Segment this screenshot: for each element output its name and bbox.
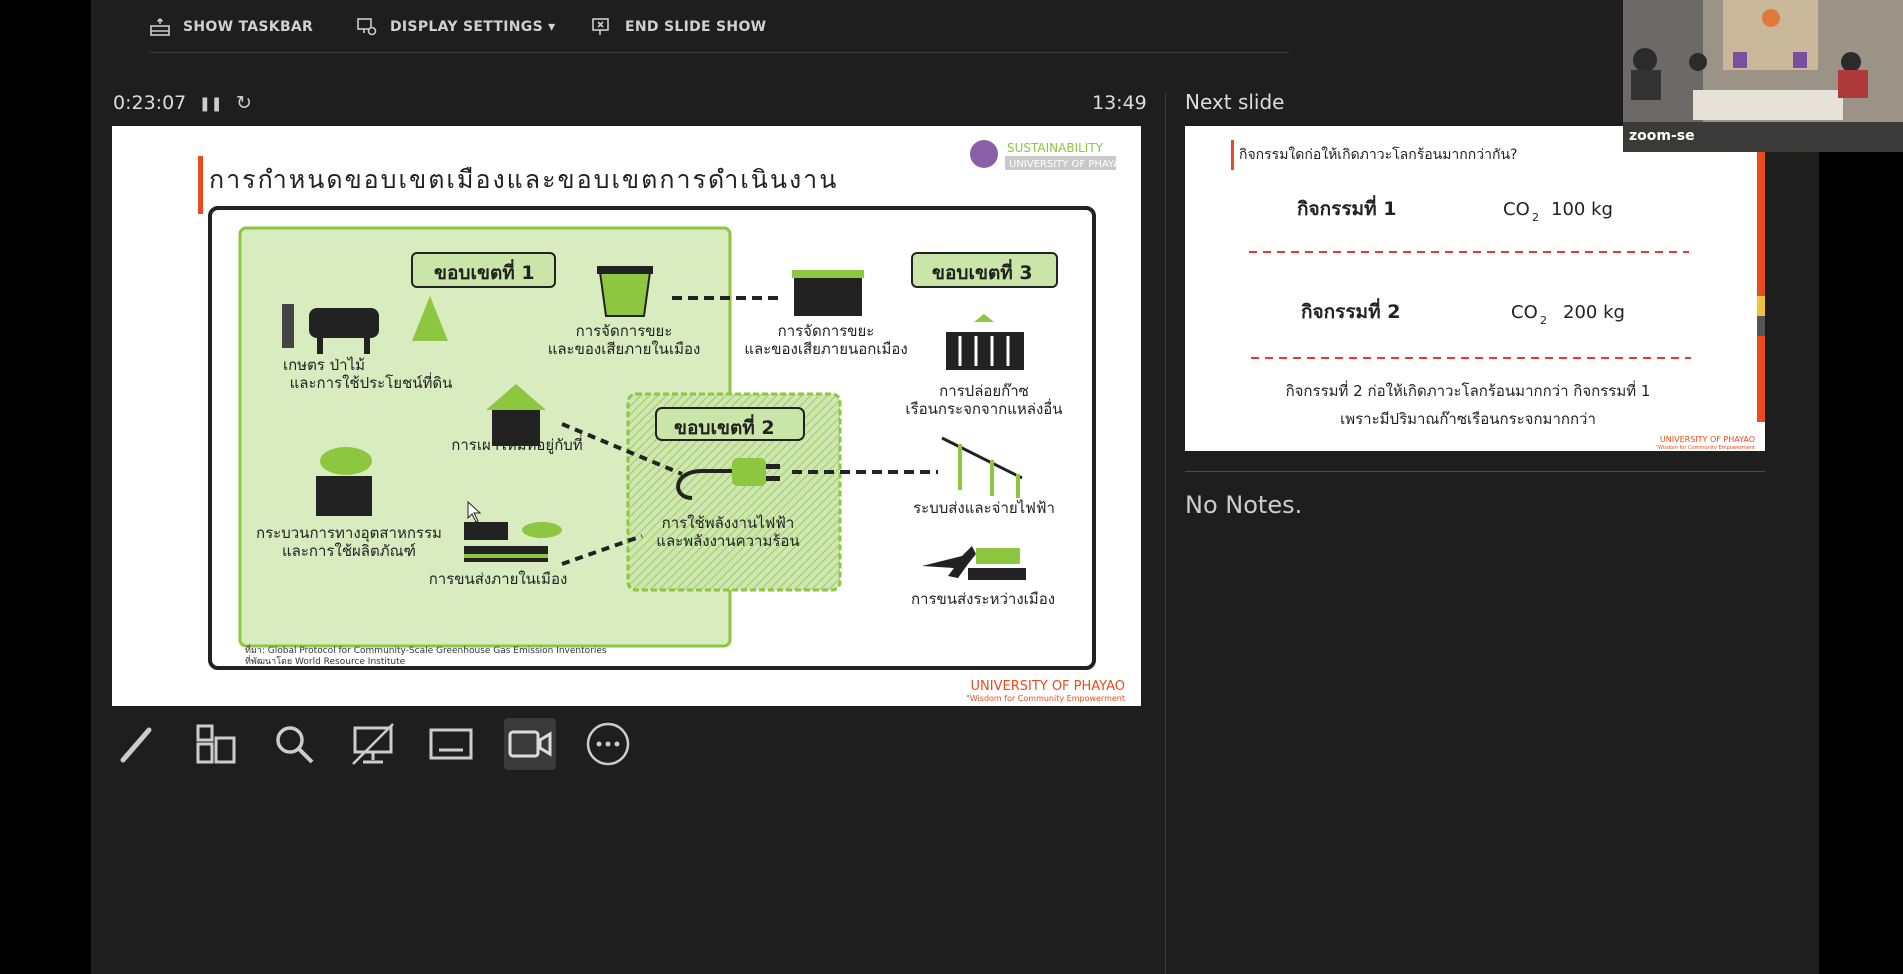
activity-2-value: 200 kg [1563, 302, 1625, 323]
university-logo-icon [970, 140, 998, 168]
conclusion-line-2: เพราะมีปริมาณก๊าซเรือนกระจกมากกว่า [1340, 410, 1596, 428]
end-slide-show-label: END SLIDE SHOW [625, 19, 767, 35]
power-grid-label: ระบบส่งและจ่ายไฟฟ้า [913, 499, 1055, 517]
presenter-view: SHOW TASKBAR DISPLAY SETTINGS ▾ END SLID… [91, 0, 1903, 974]
next-slide-label: Next slide [1185, 90, 1285, 114]
video-camera-icon [508, 730, 552, 758]
co2-label-2: CO [1511, 302, 1538, 323]
energy-label-2: และพลังงานความร้อน [656, 532, 799, 550]
zoom-video-thumbnail[interactable]: zoom-se [1623, 0, 1903, 152]
elapsed-timer: 0:23:07 [113, 92, 187, 114]
scope-1-label: ขอบเขตที่ 1 [434, 259, 535, 284]
next-slide-title: กิจกรรมใดก่อให้เกิดภาวะโลกร้อนมากกว่ากัน… [1239, 146, 1517, 163]
activity-2-label: กิจกรรมที่ 2 [1301, 298, 1400, 323]
co2-subscript-1: 2 [1532, 211, 1539, 224]
current-slide[interactable]: การกำหนดขอบเขตเมืองและขอบเขตการดำเนินงาน… [112, 126, 1141, 706]
screen-off-icon [352, 723, 394, 765]
see-all-slides-button[interactable] [190, 718, 242, 770]
scope-3-label: ขอบเขตที่ 3 [932, 259, 1033, 284]
next-slide-footer-university: UNIVERSITY OF PHAYAO [1660, 435, 1755, 444]
show-taskbar-button[interactable]: SHOW TASKBAR [149, 16, 313, 38]
waste-out-label-2: และของเสียภายนอกเมือง [744, 340, 907, 358]
subtitles-icon [429, 728, 473, 760]
dumpster-icon [792, 270, 864, 316]
display-settings-icon [357, 18, 377, 36]
notes-divider [1185, 471, 1765, 472]
slide-title: การกำหนดขอบเขตเมืองและขอบเขตการดำเนินงาน [209, 165, 838, 194]
waste-in-label-1: การจัดการขยะ [576, 322, 673, 340]
logo-subtext: UNIVERSITY OF PHAYAO [1009, 159, 1128, 170]
waste-in-label-2: และของเสียภายในเมือง [548, 340, 701, 358]
industry-label-2: และการใช้ผลิตภัณฑ์ [282, 542, 416, 560]
pane-divider[interactable] [1165, 93, 1166, 974]
show-taskbar-label: SHOW TASKBAR [183, 19, 314, 35]
more-options-icon [586, 722, 630, 766]
industry-label-1: กระบวนการทางอุตสาหกรรม [256, 524, 442, 543]
toolbar-divider [149, 52, 1289, 53]
slide-footer-university: UNIVERSITY OF PHAYAO [971, 679, 1125, 694]
speaker-notes: No Notes. [1185, 491, 1303, 519]
activity-1-label: กิจกรรมที่ 1 [1297, 195, 1396, 220]
slide-footer-motto: "Wisdom for Community Empowerment [966, 694, 1125, 703]
subtitles-button[interactable] [425, 718, 477, 770]
more-options-button[interactable] [582, 718, 634, 770]
local-transport-label: การขนส่งภายในเมือง [429, 570, 568, 588]
next-slide-footer-motto: "Wisdom for Community Empowerment [1656, 445, 1755, 451]
logo-text: SUSTAINABILITY [1007, 141, 1104, 155]
black-screen-button[interactable] [347, 718, 399, 770]
waste-out-label-1: การจัดการขยะ [778, 322, 875, 340]
next-slide-preview[interactable]: กิจกรรมใดก่อให้เกิดภาวะโลกร้อนมากกว่ากัน… [1185, 126, 1765, 451]
scope-2-label: ขอบเขตที่ 2 [674, 414, 775, 439]
end-show-icon [592, 18, 609, 35]
intercity-transport-label: การขนส่งระหว่างเมือง [911, 590, 1055, 608]
agriculture-label-1: เกษตร ป่าไม้ [283, 356, 365, 374]
agriculture-label-2: และการใช้ประโยชน์ที่ดิน [290, 372, 453, 392]
display-settings-button[interactable]: DISPLAY SETTINGS ▾ [356, 16, 555, 38]
emission-label-2: เรือนกระจกจากแหล่งอื่น [905, 398, 1062, 418]
co2-label-1: CO [1503, 199, 1530, 220]
current-time: 13:49 [1092, 92, 1147, 114]
conclusion-line-1: กิจกรรมที่ 2 ก่อให้เกิดภาวะโลกร้อนมากกว่… [1286, 380, 1651, 400]
co2-subscript-2: 2 [1540, 314, 1547, 327]
taskbar-icon [150, 17, 170, 36]
zoom-slide-button[interactable] [268, 718, 320, 770]
activity-1-value: 100 kg [1551, 199, 1613, 220]
stationary-fuel-label: การเผาไหม้ที่อยู่กับที่ [451, 434, 582, 454]
magnifier-icon [276, 726, 314, 764]
camera-toggle-button[interactable] [504, 718, 556, 770]
restart-timer-button[interactable]: ↻ [236, 92, 252, 114]
top-toolbar: SHOW TASKBAR DISPLAY SETTINGS ▾ END SLID… [91, 0, 1531, 54]
end-slide-show-button[interactable]: END SLIDE SHOW [591, 16, 766, 38]
energy-label-1: การใช้พลังงานไฟฟ้า [662, 514, 795, 532]
all-slides-icon [196, 724, 236, 764]
emission-label-1: การปล่อยก๊าซ [939, 382, 1029, 400]
factory-icon [316, 447, 372, 516]
pause-button[interactable]: ❚❚ [199, 96, 222, 112]
pen-tool-button[interactable] [111, 718, 163, 770]
display-settings-label: DISPLAY SETTINGS ▾ [390, 19, 556, 35]
waste-bin-icon [597, 266, 653, 317]
pen-icon [120, 727, 152, 763]
zoom-participant-name: zoom-se [1629, 128, 1695, 144]
